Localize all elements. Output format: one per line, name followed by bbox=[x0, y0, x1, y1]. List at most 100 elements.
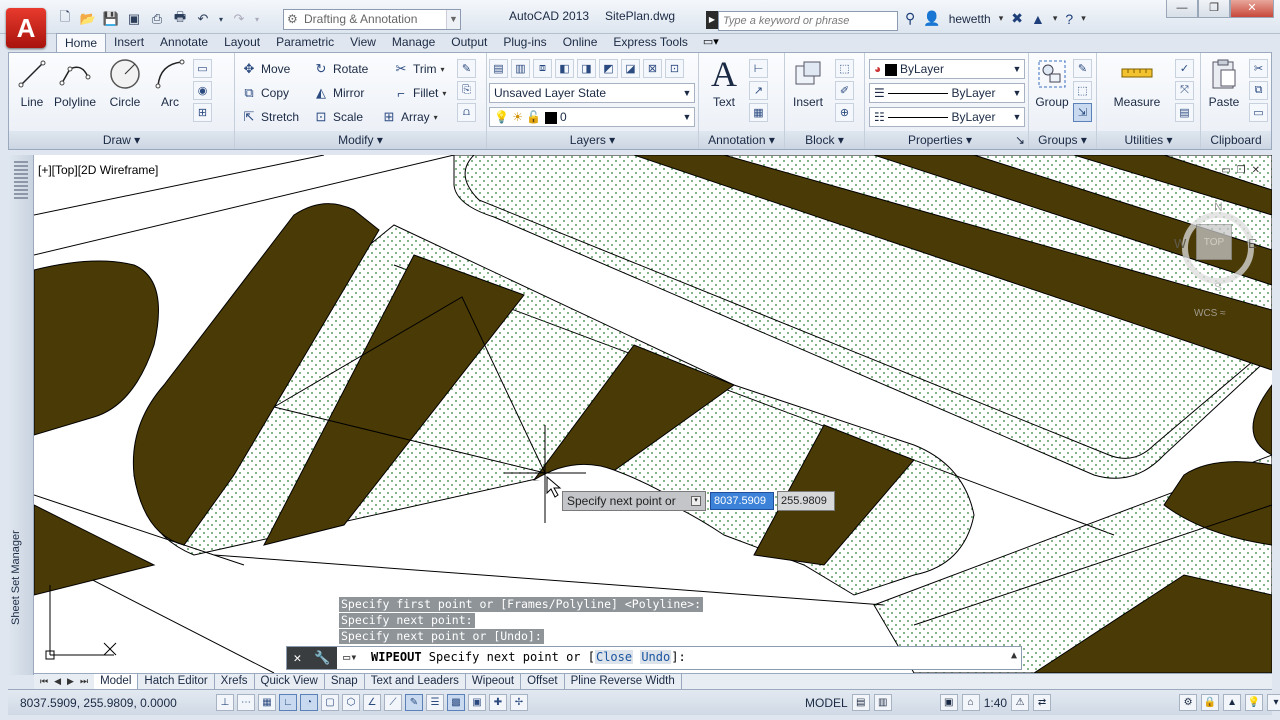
table-icon[interactable]: ▦ bbox=[749, 103, 768, 122]
erase-icon[interactable]: ✎ bbox=[457, 59, 476, 78]
layer-previous-icon[interactable]: ◨ bbox=[577, 59, 596, 78]
wcs-menu[interactable]: WCS ≈ bbox=[1194, 308, 1226, 319]
viewcube[interactable]: N W E S TOP WCS ≈ bbox=[1174, 200, 1264, 320]
tab-plug-ins[interactable]: Plug-ins bbox=[495, 33, 554, 53]
line-button[interactable]: Line bbox=[9, 57, 55, 109]
ribbon-toggle-icon[interactable]: ▭▾ bbox=[696, 33, 726, 53]
save-as-icon[interactable]: ▣ bbox=[125, 10, 143, 28]
command-line[interactable]: ✕ 🔧 ▭▾ WIPEOUT Specify next point or [Cl… bbox=[286, 646, 1022, 670]
trim-button[interactable]: ✂ Trim ▾ bbox=[393, 59, 445, 79]
array-button[interactable]: ⊞ Array ▾ bbox=[381, 107, 438, 127]
search-expand-icon[interactable]: ▶ bbox=[706, 11, 718, 29]
command-input[interactable]: WIPEOUT Specify next point or [Close Und… bbox=[371, 650, 686, 664]
rectangle-icon[interactable]: ▭ bbox=[193, 59, 212, 78]
close-option[interactable]: Close bbox=[594, 650, 634, 664]
redo-icon[interactable]: ↷ bbox=[230, 10, 248, 28]
calculator-icon[interactable]: ▤ bbox=[1175, 103, 1194, 122]
layer-match-icon[interactable]: ⧈ bbox=[533, 59, 552, 78]
draw-panel-title[interactable]: Draw ▾ bbox=[9, 131, 234, 149]
polar-tracking-icon[interactable]: ◔ bbox=[300, 694, 318, 711]
prev-tab-icon[interactable]: ◀ bbox=[54, 676, 61, 687]
compass-west[interactable]: W bbox=[1174, 236, 1186, 251]
plot-icon[interactable]: ⎙ bbox=[148, 10, 166, 28]
tab-view[interactable]: View bbox=[342, 33, 384, 53]
wrench-icon[interactable]: 🔧 bbox=[314, 651, 330, 666]
hatch-icon[interactable]: ◉ bbox=[193, 81, 212, 100]
annotation-visibility-icon[interactable]: ⚠ bbox=[1011, 694, 1030, 711]
dynamic-input-x[interactable]: 8037.5909 bbox=[710, 492, 774, 510]
select-all-icon[interactable]: ⤧ bbox=[1175, 81, 1194, 100]
user-name[interactable]: hewetth bbox=[949, 12, 991, 26]
options-dropdown-icon[interactable]: ▾ bbox=[691, 496, 701, 506]
explode-icon[interactable]: ⎘ bbox=[457, 81, 476, 100]
lineweight-dropdown[interactable]: ☷ ByLayer ▼ bbox=[869, 107, 1025, 127]
quick-select-icon[interactable]: ✓ bbox=[1175, 59, 1194, 78]
object-snap-tracking-icon[interactable]: ∠ bbox=[363, 694, 381, 711]
maximize-viewport-icon[interactable]: ▣ bbox=[939, 694, 958, 711]
layer-isolate-icon[interactable]: ◧ bbox=[555, 59, 574, 78]
rotate-button[interactable]: ↻ Rotate bbox=[313, 59, 369, 79]
autodesk-icon[interactable]: ▲ bbox=[1031, 11, 1045, 27]
move-button[interactable]: ✥ Move bbox=[241, 59, 291, 79]
measure-button[interactable]: Measure bbox=[1107, 57, 1167, 109]
close-icon[interactable]: ✕ bbox=[1252, 165, 1260, 176]
isolate-objects-icon[interactable]: 💡 bbox=[1245, 694, 1264, 711]
current-layer-dropdown[interactable]: 💡 ☀ 🔓 0 ▼ bbox=[489, 107, 695, 127]
ungroup-icon[interactable]: ⬚ bbox=[1073, 81, 1092, 100]
close-command-line-icon[interactable]: ✕ bbox=[293, 651, 301, 666]
annotation-panel-title[interactable]: Annotation ▾ bbox=[699, 131, 784, 149]
tab-hatch-editor[interactable]: Hatch Editor bbox=[138, 674, 215, 689]
lineweight-toggle-icon[interactable]: ☰ bbox=[426, 694, 444, 711]
annotation-monitor-icon[interactable]: ✢ bbox=[510, 694, 528, 711]
block-panel-title[interactable]: Block ▾ bbox=[785, 131, 864, 149]
snap-mode-icon[interactable]: ⋯ bbox=[237, 694, 255, 711]
layer-lock-icon[interactable]: ⊠ bbox=[643, 59, 662, 78]
copy-base-icon[interactable]: ▭ bbox=[1249, 103, 1268, 122]
create-block-icon[interactable]: ⬚ bbox=[835, 59, 854, 78]
site-plan-drawing[interactable] bbox=[34, 155, 1272, 673]
dimension-icon[interactable]: ⊢ bbox=[749, 59, 768, 78]
region-icon[interactable]: ⊞ bbox=[193, 103, 212, 122]
tab-parametric[interactable]: Parametric bbox=[268, 33, 342, 53]
tab-xrefs[interactable]: Xrefs bbox=[215, 674, 255, 689]
application-menu-button[interactable]: A bbox=[6, 8, 46, 48]
attribute-icon[interactable]: ⊕ bbox=[835, 103, 854, 122]
minimize-icon[interactable]: ▭ bbox=[1221, 165, 1230, 176]
binoculars-icon[interactable]: ⚲ bbox=[905, 10, 915, 27]
coordinate-display[interactable]: 8037.5909, 255.9809, 0.0000 bbox=[20, 696, 177, 710]
tab-express-tools[interactable]: Express Tools bbox=[605, 33, 695, 53]
undo-icon[interactable]: ↶ bbox=[194, 10, 212, 28]
quick-properties-icon[interactable]: ▣ bbox=[468, 694, 486, 711]
selection-cycling-icon[interactable]: ✚ bbox=[489, 694, 507, 711]
tab-offset[interactable]: Offset bbox=[521, 674, 565, 689]
circle-button[interactable]: Circle bbox=[102, 57, 148, 109]
maximize-icon[interactable]: ❐ bbox=[1198, 0, 1230, 18]
print-icon[interactable]: 🖶 bbox=[171, 9, 189, 28]
dynamic-ucs-icon[interactable]: ⟋ bbox=[384, 694, 402, 711]
arc-button[interactable]: Arc bbox=[147, 57, 193, 109]
modify-panel-title[interactable]: Modify ▾ bbox=[235, 131, 486, 149]
tab-wipeout[interactable]: Wipeout bbox=[466, 674, 522, 689]
drawing-area[interactable]: [+][Top][2D Wireframe] ▭ ❐ ✕ N W E S TOP… bbox=[34, 155, 1272, 673]
exchange-icon[interactable]: ✖ bbox=[1011, 10, 1023, 27]
dynamic-input-icon[interactable]: ✎ bbox=[405, 694, 423, 711]
compass-north[interactable]: N bbox=[1214, 200, 1223, 214]
next-tab-icon[interactable]: ▶ bbox=[67, 676, 74, 687]
first-tab-icon[interactable]: ⏮ bbox=[40, 676, 48, 687]
hardware-acceleration-icon[interactable]: ▲ bbox=[1223, 694, 1242, 711]
stretch-button[interactable]: ⇱ Stretch bbox=[241, 107, 299, 127]
redo-dropdown-icon[interactable]: ▾ bbox=[253, 10, 261, 28]
restore-icon[interactable]: ❐ bbox=[1237, 165, 1246, 176]
help-dropdown-icon[interactable]: ▾ bbox=[1053, 13, 1058, 24]
tab-layout[interactable]: Layout bbox=[216, 33, 268, 53]
color-dropdown[interactable]: ◕ ByLayer ▼ bbox=[869, 59, 1025, 79]
open-file-icon[interactable]: 📂 bbox=[79, 10, 97, 28]
clipboard-panel-title[interactable]: Clipboard bbox=[1201, 131, 1271, 149]
layer-properties-icon[interactable]: ▤ bbox=[489, 59, 508, 78]
ortho-mode-icon[interactable]: ∟ bbox=[279, 694, 297, 711]
status-menu-icon[interactable]: ▾ bbox=[1267, 694, 1280, 711]
text-button[interactable]: A Text bbox=[701, 54, 747, 109]
help-menu-icon[interactable]: ▾ bbox=[1081, 13, 1086, 24]
insert-button[interactable]: Insert bbox=[785, 57, 831, 109]
help-icon[interactable]: ? bbox=[1065, 11, 1073, 27]
